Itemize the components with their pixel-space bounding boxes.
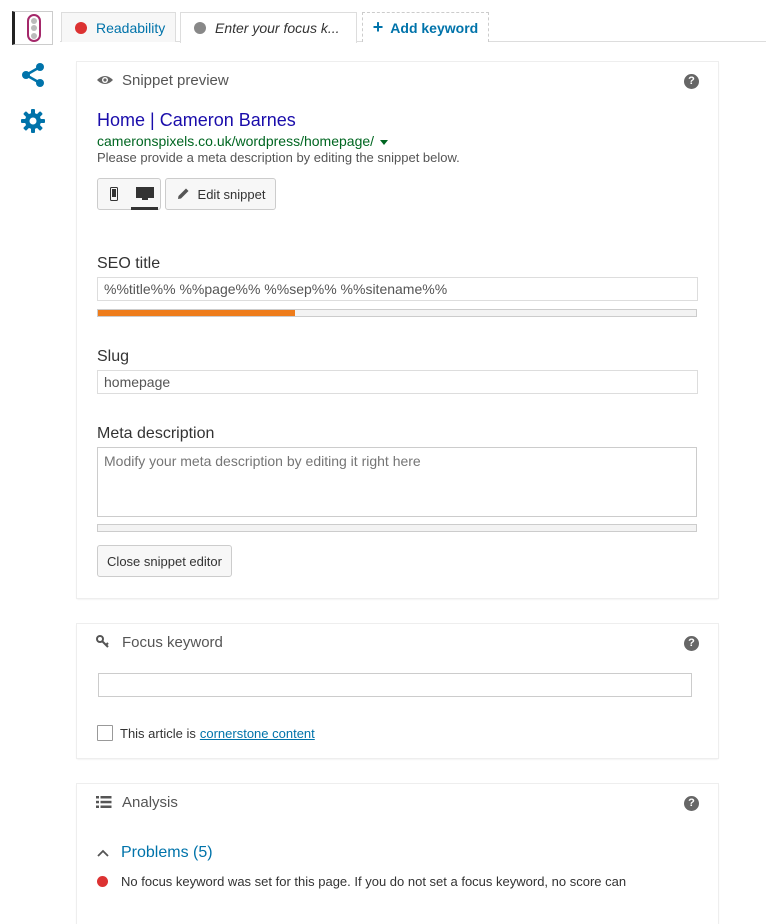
mobile-preview-button[interactable]: [98, 179, 129, 209]
seo-title-progress: [97, 309, 697, 317]
problem-bullet: [97, 876, 108, 887]
focus-status-dot: [194, 22, 206, 34]
tab-focus-keyword[interactable]: Enter your focus k...: [180, 12, 357, 43]
cornerstone-option: This article is cornerstone content: [97, 725, 315, 741]
readability-status-dot: [75, 21, 87, 34]
panel-title: Focus keyword: [122, 633, 223, 651]
close-snippet-editor-button[interactable]: Close snippet editor: [97, 545, 232, 577]
panel-title: Analysis: [122, 793, 178, 811]
seo-tab-button[interactable]: [12, 11, 53, 45]
serp-url[interactable]: cameronspixels.co.uk/wordpress/homepage/: [97, 133, 389, 149]
add-keyword-button[interactable]: + Add keyword: [362, 12, 489, 42]
analysis-panel: Analysis ? Problems (5) No focus keyword…: [77, 784, 718, 924]
serp-url-text: cameronspixels.co.uk/wordpress/homepage/: [97, 133, 375, 149]
tab-readability[interactable]: Readability: [61, 12, 176, 42]
plus-icon: +: [372, 17, 384, 37]
snippet-preview-panel: Snippet preview ? Home | Cameron Barnes …: [77, 62, 718, 598]
mobile-icon: [109, 187, 118, 201]
meta-description-progress: [97, 524, 697, 532]
meta-description-label: Meta description: [97, 425, 215, 442]
traffic-light-icon: [26, 14, 41, 42]
panel-header[interactable]: Analysis ?: [77, 784, 718, 820]
problem-text: No focus keyword was set for this page. …: [121, 874, 627, 889]
help-icon[interactable]: ?: [684, 74, 699, 89]
desktop-icon: [135, 187, 154, 200]
tab-label: Readability: [96, 19, 166, 36]
eye-icon: [96, 73, 114, 87]
snippet-hint: Please provide a meta description by edi…: [97, 150, 460, 165]
chevron-down-icon: [380, 139, 389, 145]
pencil-icon: [177, 188, 189, 199]
panel-header[interactable]: Focus keyword ?: [77, 624, 718, 660]
problems-label: Problems (5): [121, 844, 213, 861]
meta-description-input[interactable]: [97, 447, 697, 517]
cornerstone-text: This article is: [120, 725, 196, 741]
list-icon: [96, 795, 114, 809]
slug-input[interactable]: [97, 370, 698, 394]
side-rail: [0, 0, 64, 892]
chevron-up-icon: [97, 849, 109, 857]
cornerstone-link[interactable]: cornerstone content: [200, 726, 315, 741]
help-icon[interactable]: ?: [684, 796, 699, 811]
panel-header[interactable]: Snippet preview ?: [77, 62, 718, 98]
gear-icon[interactable]: [20, 108, 46, 134]
share-icon[interactable]: [20, 62, 46, 88]
serp-title[interactable]: Home | Cameron Barnes: [97, 110, 296, 131]
panel-title: Snippet preview: [122, 71, 229, 89]
tab-label: Add keyword: [390, 19, 479, 36]
tab-label: Enter your focus k...: [215, 20, 340, 36]
slug-label: Slug: [97, 348, 130, 365]
desktop-preview-button[interactable]: [129, 179, 160, 210]
focus-keyword-panel: Focus keyword ? This article is cornerst…: [77, 624, 718, 758]
seo-title-progress-fill: [98, 310, 296, 316]
problems-toggle[interactable]: Problems (5): [97, 844, 213, 862]
edit-snippet-label: Edit snippet: [197, 186, 266, 202]
device-toggle: [97, 178, 161, 210]
help-icon[interactable]: ?: [684, 636, 699, 651]
key-icon: [96, 635, 114, 649]
seo-title-input[interactable]: [97, 277, 698, 301]
seo-title-label: SEO title: [97, 255, 161, 272]
problem-item: No focus keyword was set for this page. …: [97, 874, 626, 889]
focus-keyword-input[interactable]: [98, 673, 692, 697]
cornerstone-checkbox[interactable]: [97, 725, 113, 741]
edit-snippet-button[interactable]: Edit snippet: [165, 178, 276, 210]
